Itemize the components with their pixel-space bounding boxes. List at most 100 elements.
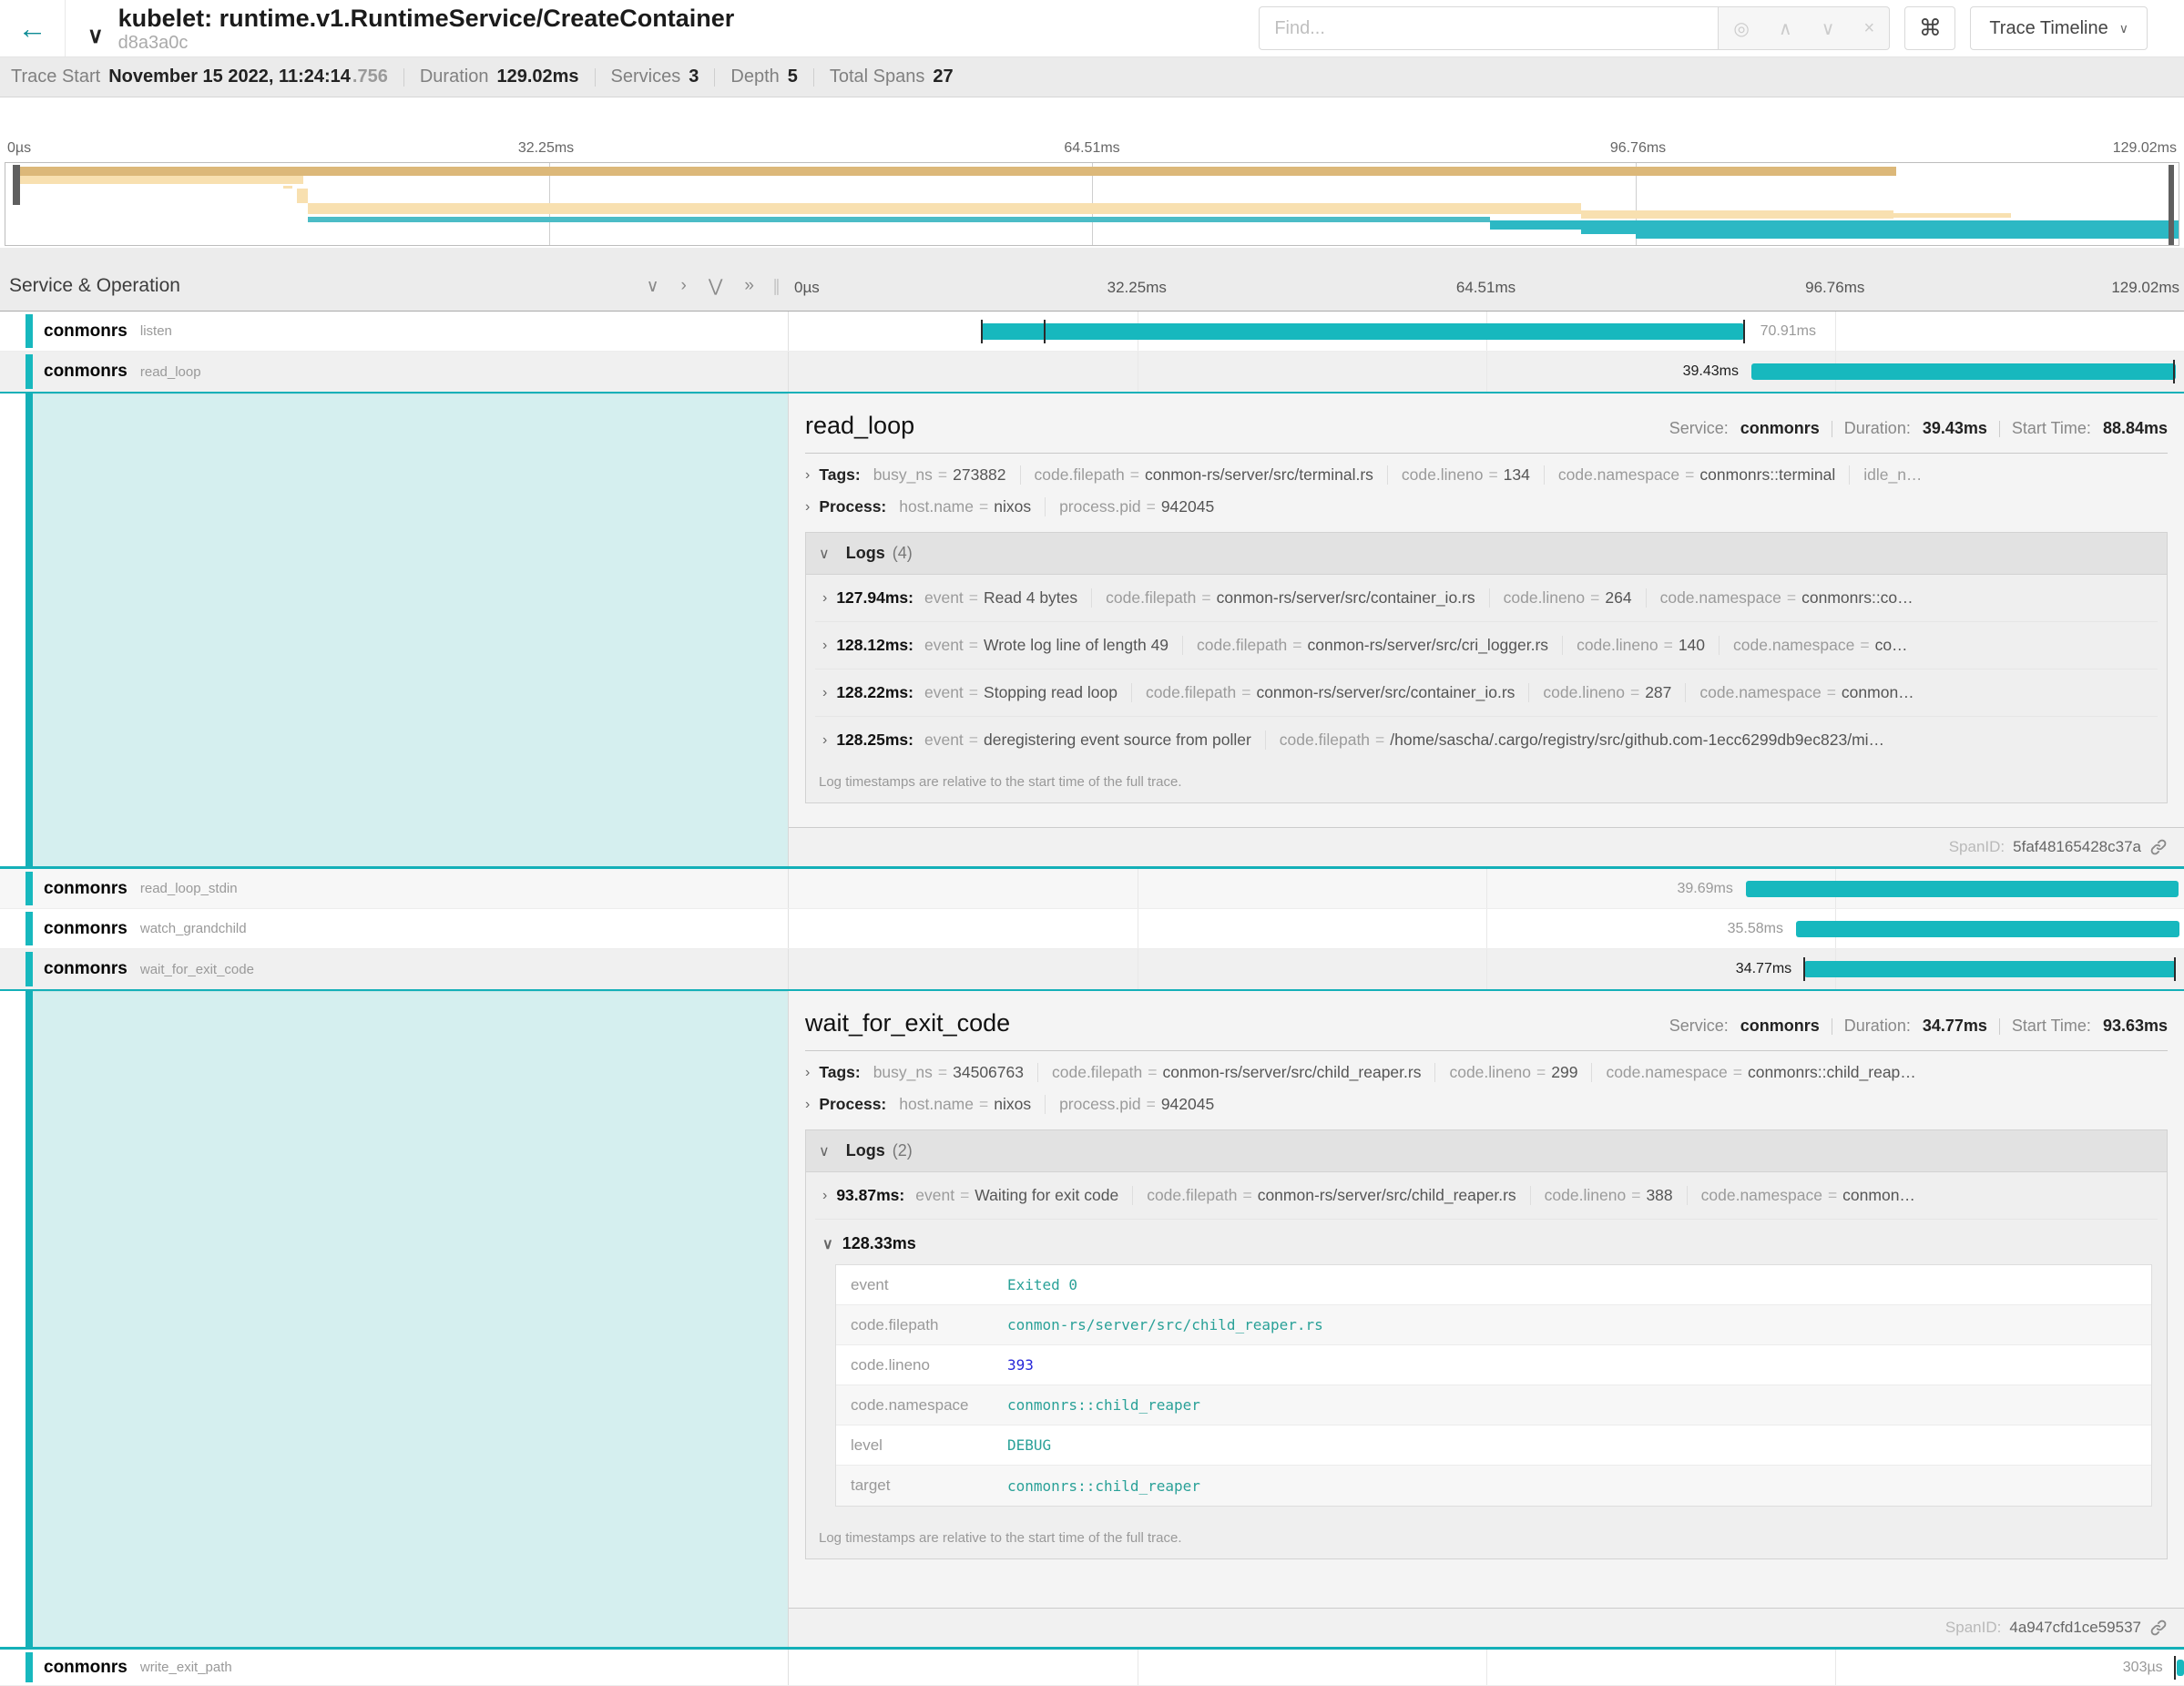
field-key: code.lineno — [1402, 465, 1484, 485]
start-time-value: 93.63ms — [2103, 1017, 2168, 1036]
process-row[interactable]: › Process: host.name=nixos process.pid=9… — [805, 485, 2168, 517]
log-entry[interactable]: › 128.22ms: event=Stopping read loop cod… — [815, 669, 2158, 717]
collapse-one-icon[interactable]: ∨ — [647, 276, 659, 297]
chevron-down-icon: ∨ — [819, 1142, 830, 1160]
minimap-segment — [283, 186, 292, 189]
minimap-segment — [1581, 228, 2179, 234]
span-bar[interactable] — [2177, 1660, 2184, 1676]
field-eq: = — [1625, 683, 1645, 702]
logs-header[interactable]: ∨ Logs (2) — [806, 1130, 2167, 1172]
tag-field: busy_ns=273882 — [873, 465, 1006, 485]
span-row-read-loop[interactable]: conmonrs read_loop 39.43ms — [0, 352, 2184, 393]
trace-start-label: Trace Start — [11, 66, 100, 87]
column-resize-grip[interactable]: ∥ — [772, 277, 788, 296]
span-bar[interactable] — [1751, 363, 2176, 380]
locate-icon[interactable]: ◎ — [1733, 17, 1749, 40]
field-key: event — [924, 731, 964, 750]
span-row-listen[interactable]: conmonrs listen 70.91ms — [0, 312, 2184, 352]
span-name-cell[interactable]: conmonrs wait_for_exit_code — [0, 949, 788, 989]
log-entry[interactable]: › 128.12ms: event=Wrote log line of leng… — [815, 622, 2158, 669]
log-timestamp: 127.94ms: — [836, 588, 913, 608]
minimap-segment — [549, 163, 550, 246]
span-name-cell[interactable]: conmonrs write_exit_path — [0, 1650, 788, 1685]
trace-view-selector[interactable]: Trace Timeline ∨ — [1970, 6, 2148, 50]
expand-one-icon[interactable]: › — [681, 276, 687, 297]
span-timeline-cell[interactable]: 35.58ms — [788, 909, 2184, 948]
collapse-all-icon[interactable]: ⋁ — [709, 276, 723, 297]
back-button[interactable]: ← — [0, 0, 66, 56]
span-service: conmonrs — [44, 919, 128, 939]
log-entry[interactable]: › 93.87ms: event=Waiting for exit code c… — [815, 1172, 2158, 1220]
span-timeline-cell[interactable]: 70.91ms — [788, 312, 2184, 351]
log-entry[interactable]: › 127.94ms: event=Read 4 bytes code.file… — [815, 575, 2158, 622]
trace-start-fraction: .756 — [352, 66, 388, 87]
tags-row[interactable]: › Tags: busy_ns=34506763 code.filepath=c… — [805, 1051, 2168, 1083]
span-row-wait-for-exit-code[interactable]: conmonrs wait_for_exit_code 34.77ms — [0, 949, 2184, 991]
span-color-strip — [26, 991, 33, 1647]
ruler-tick: 96.76ms — [1610, 140, 1666, 157]
span-bar[interactable] — [1804, 961, 2176, 977]
logs-header[interactable]: ∨ Logs (4) — [806, 533, 2167, 575]
span-tick-mark — [2174, 1656, 2176, 1680]
link-icon[interactable] — [2149, 1619, 2168, 1637]
span-row-read-loop-stdin[interactable]: conmonrs read_loop_stdin 39.69ms — [0, 869, 2184, 909]
field-value: conmonrs::terminal — [1699, 465, 1835, 485]
field-value: 140 — [1679, 636, 1705, 655]
span-timeline-cell[interactable]: 34.77ms — [788, 949, 2184, 989]
ruler-tick: 64.51ms — [1064, 140, 1119, 157]
keyboard-shortcuts-button[interactable]: ⌘ — [1904, 6, 1955, 50]
tag-field: busy_ns=34506763 — [873, 1063, 1024, 1082]
span-detail-panel: read_loop Service:conmonrs Duration:39.4… — [788, 393, 2184, 866]
ruler-tick: 32.25ms — [518, 140, 574, 157]
span-operation: read_loop — [140, 364, 201, 380]
span-timeline-cell[interactable]: 39.69ms — [788, 869, 2184, 908]
field-value: 134 — [1504, 465, 1530, 485]
log-entry-expanded-header[interactable]: ∨ 128.33ms — [822, 1234, 2150, 1253]
span-color-bar — [26, 354, 33, 389]
span-tick-mark — [2174, 957, 2176, 981]
logs-count: (4) — [893, 544, 913, 563]
span-detail-meta: Service:conmonrs Duration:39.43ms Start … — [1669, 419, 2168, 438]
total-spans-value: 27 — [933, 66, 953, 87]
span-row-write-exit-path[interactable]: conmonrs write_exit_path 303µs — [0, 1650, 2184, 1686]
link-icon[interactable] — [2149, 838, 2168, 856]
timeline-axis-header: 0µs 32.25ms 64.51ms 96.76ms 129.02ms — [788, 261, 2184, 311]
span-name-cell[interactable]: conmonrs listen — [0, 312, 788, 351]
span-service: conmonrs — [44, 959, 128, 979]
span-name-cell[interactable]: conmonrs watch_grandchild — [0, 909, 788, 948]
minimap-canvas[interactable] — [5, 162, 2179, 246]
span-timeline-cell[interactable]: 303µs — [788, 1650, 2184, 1685]
find-prev-icon[interactable]: ∧ — [1779, 17, 1792, 40]
chevron-right-icon: › — [805, 499, 810, 516]
logs-count: (2) — [893, 1141, 913, 1160]
trace-collapse-toggle[interactable]: ∨ — [87, 23, 104, 49]
field-key: code.filepath — [1197, 636, 1287, 655]
span-bar[interactable] — [1796, 921, 2179, 937]
span-timeline-cell[interactable]: 39.43ms — [788, 352, 2184, 392]
find-clear-icon[interactable]: × — [1864, 18, 1875, 39]
span-detail-title: read_loop — [805, 412, 914, 440]
span-name-cell[interactable]: conmonrs read_loop_stdin — [0, 869, 788, 908]
span-bar[interactable] — [1746, 881, 2179, 897]
span-detail-left-gutter[interactable] — [0, 991, 788, 1647]
log-entry[interactable]: › 128.25ms: event=deregistering event so… — [815, 717, 2158, 763]
log-field: code.filepath=conmon-rs/server/src/conta… — [1131, 683, 1515, 702]
log-timestamp: 128.25ms: — [836, 731, 913, 750]
tags-row[interactable]: › Tags: busy_ns=273882 code.filepath=con… — [805, 454, 2168, 485]
span-bar[interactable] — [981, 323, 1744, 340]
span-row-watch-grandchild[interactable]: conmonrs watch_grandchild 35.58ms — [0, 909, 2184, 949]
span-name-cell[interactable]: conmonrs read_loop — [0, 352, 788, 392]
find-input[interactable] — [1259, 6, 1719, 50]
expand-all-icon[interactable]: » — [744, 276, 754, 297]
field-value: co… — [1875, 636, 1908, 655]
span-operation: listen — [140, 323, 172, 339]
process-row[interactable]: › Process: host.name=nixos process.pid=9… — [805, 1083, 2168, 1115]
span-duration-label: 35.58ms — [1720, 921, 1791, 937]
find-next-icon[interactable]: ∨ — [1822, 17, 1835, 40]
field-key: idle_n… — [1863, 465, 1922, 485]
span-detail-left-gutter[interactable] — [0, 393, 788, 866]
collapse-controls: ∨ › ⋁ » — [647, 276, 772, 297]
log-field: code.filepath=conmon-rs/server/src/cri_l… — [1182, 636, 1548, 655]
field-key: process.pid — [1059, 1095, 1141, 1114]
logs-title: Logs — [846, 1141, 885, 1160]
